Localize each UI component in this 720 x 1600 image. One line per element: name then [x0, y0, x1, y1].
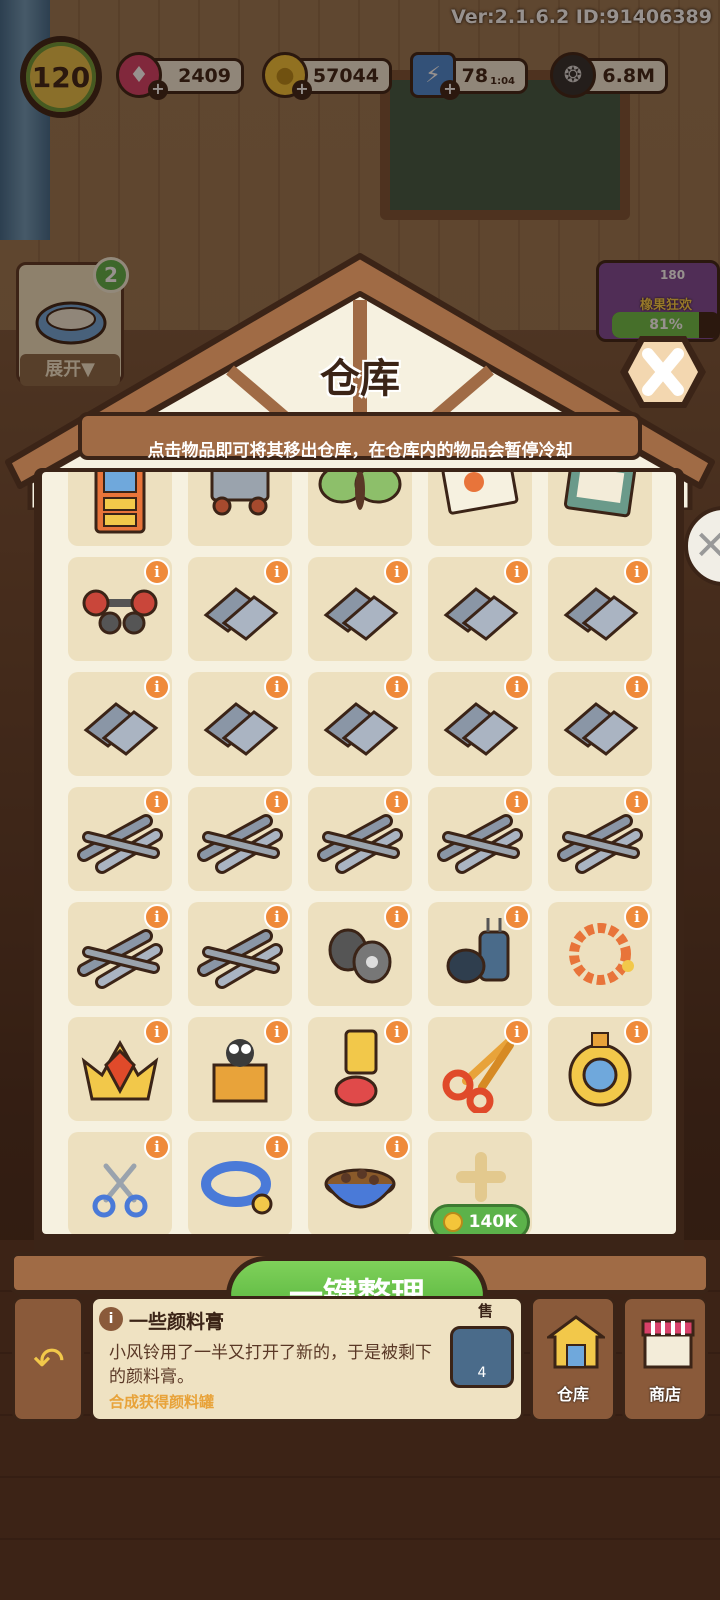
- item-info-icon[interactable]: i: [504, 674, 530, 700]
- warehouse-slot[interactable]: i: [68, 557, 172, 661]
- item-info-icon[interactable]: i: [504, 1019, 530, 1045]
- back-button[interactable]: ↶: [12, 1296, 84, 1422]
- warehouse-slot[interactable]: i: [308, 787, 412, 891]
- item-info-icon[interactable]: i: [624, 559, 650, 585]
- warehouse-hint: 点击物品即可将其移出仓库，在仓库内的物品会暂停冷却: [147, 441, 573, 461]
- warehouse-slot[interactable]: i: [188, 1132, 292, 1234]
- warehouse-slot[interactable]: i: [68, 1017, 172, 1121]
- warehouse-slot[interactable]: i: [548, 902, 652, 1006]
- warehouse-slot[interactable]: i: [308, 672, 412, 776]
- warehouse-slot[interactable]: [308, 472, 412, 546]
- add-slot-price: 140K: [430, 1204, 530, 1234]
- coin-icon: [442, 1212, 463, 1232]
- shop-icon: [641, 1319, 695, 1369]
- item-info-icon[interactable]: i: [384, 789, 410, 815]
- warehouse-scroll-area[interactable]: i i i i i i i i i i i i i i i i i i i i i i i i i i i i 140K: [42, 472, 676, 1234]
- warehouse-slot[interactable]: i: [428, 1017, 532, 1121]
- shop-nav-label: 商店: [648, 1385, 681, 1404]
- item-info-icon[interactable]: i: [144, 559, 170, 585]
- close-button[interactable]: [618, 332, 708, 412]
- item-info-icon[interactable]: i: [144, 1019, 170, 1045]
- warehouse-slot[interactable]: i: [428, 787, 532, 891]
- item-info-description: 小风铃用了一半又打开了新的，于是被剩下的颜料膏。: [109, 1343, 432, 1387]
- item-info-icon[interactable]: i: [384, 559, 410, 585]
- warehouse-icon: [547, 1315, 605, 1369]
- info-icon: i: [99, 1307, 123, 1331]
- warehouse-slot[interactable]: [428, 472, 532, 546]
- warehouse-slot[interactable]: i: [548, 557, 652, 661]
- warehouse-slot[interactable]: i: [68, 672, 172, 776]
- warehouse-slot[interactable]: i: [68, 1132, 172, 1234]
- warehouse-nav-label: 仓库: [556, 1385, 589, 1404]
- item-info-icon[interactable]: i: [624, 674, 650, 700]
- item-merge-hint[interactable]: 合成获得颜料罐: [109, 1391, 214, 1412]
- warehouse-slot[interactable]: i: [308, 557, 412, 661]
- item-info-icon[interactable]: i: [384, 674, 410, 700]
- warehouse-slot[interactable]: i: [188, 1017, 292, 1121]
- warehouse-slot[interactable]: [548, 472, 652, 546]
- warehouse-slot[interactable]: i: [548, 672, 652, 776]
- warehouse-slot[interactable]: [68, 472, 172, 546]
- moth-icon: [318, 472, 402, 510]
- photo-icon: [441, 472, 519, 515]
- warehouse-slot[interactable]: i: [188, 902, 292, 1006]
- item-info-icon[interactable]: i: [144, 1134, 170, 1160]
- warehouse-slot[interactable]: i: [308, 1017, 412, 1121]
- sell-value: 4: [477, 1365, 487, 1381]
- add-slot-button[interactable]: 140K: [428, 1132, 532, 1234]
- item-info-icon[interactable]: i: [384, 1134, 410, 1160]
- item-info-icon[interactable]: i: [624, 789, 650, 815]
- item-info-icon[interactable]: i: [144, 674, 170, 700]
- item-info-icon[interactable]: i: [144, 904, 170, 930]
- warehouse-grid: i i i i i i i i i i i i i i i i i i i i i i i i i i i i 140K: [68, 472, 658, 1234]
- item-info-icon[interactable]: i: [384, 1019, 410, 1045]
- back-arrow-icon: ↶: [33, 1339, 65, 1383]
- add-slot-price-value: 140K: [468, 1212, 518, 1232]
- book-icon: [563, 472, 637, 518]
- item-info-icon[interactable]: i: [264, 674, 290, 700]
- item-info-icon[interactable]: i: [264, 559, 290, 585]
- item-info-icon[interactable]: i: [504, 789, 530, 815]
- item-info-icon[interactable]: i: [264, 1019, 290, 1045]
- warehouse-slot[interactable]: i: [68, 787, 172, 891]
- item-info-icon[interactable]: i: [264, 904, 290, 930]
- item-info-icon[interactable]: i: [144, 789, 170, 815]
- warehouse-slot[interactable]: i: [548, 787, 652, 891]
- warehouse-slot[interactable]: i: [68, 902, 172, 1006]
- item-info-title: 一些颜料膏: [129, 1311, 225, 1333]
- warehouse-nav-button[interactable]: 仓库: [530, 1296, 616, 1422]
- warehouse-panel: i i i i i i i i i i i i i i i i i i i i i i i i i i i i 140K: [34, 468, 684, 1258]
- dresser-icon: [94, 472, 146, 534]
- plus-icon: [456, 1152, 506, 1202]
- warehouse-slot[interactable]: i: [188, 787, 292, 891]
- warehouse-slot[interactable]: i: [308, 902, 412, 1006]
- warehouse-slot[interactable]: i: [428, 672, 532, 776]
- warehouse-slot[interactable]: i: [188, 672, 292, 776]
- cart-icon: [210, 472, 270, 516]
- item-info-icon[interactable]: i: [264, 789, 290, 815]
- warehouse-slot[interactable]: i: [308, 1132, 412, 1234]
- sell-button[interactable]: 4: [450, 1326, 514, 1388]
- warehouse-slot[interactable]: i: [428, 557, 532, 661]
- warehouse-slot[interactable]: i: [548, 1017, 652, 1121]
- warehouse-slot[interactable]: [188, 472, 292, 546]
- item-info-icon[interactable]: i: [264, 1134, 290, 1160]
- shop-nav-button[interactable]: 商店: [622, 1296, 708, 1422]
- item-info-icon[interactable]: i: [624, 1019, 650, 1045]
- warehouse-title: 仓库: [320, 356, 400, 402]
- sell-label: 售: [478, 1302, 494, 1320]
- warehouse-slot[interactable]: i: [188, 557, 292, 661]
- item-info-icon[interactable]: i: [384, 904, 410, 930]
- item-info-icon[interactable]: i: [504, 904, 530, 930]
- warehouse-slot[interactable]: i: [428, 902, 532, 1006]
- item-info-icon[interactable]: i: [504, 559, 530, 585]
- item-info-icon[interactable]: i: [624, 904, 650, 930]
